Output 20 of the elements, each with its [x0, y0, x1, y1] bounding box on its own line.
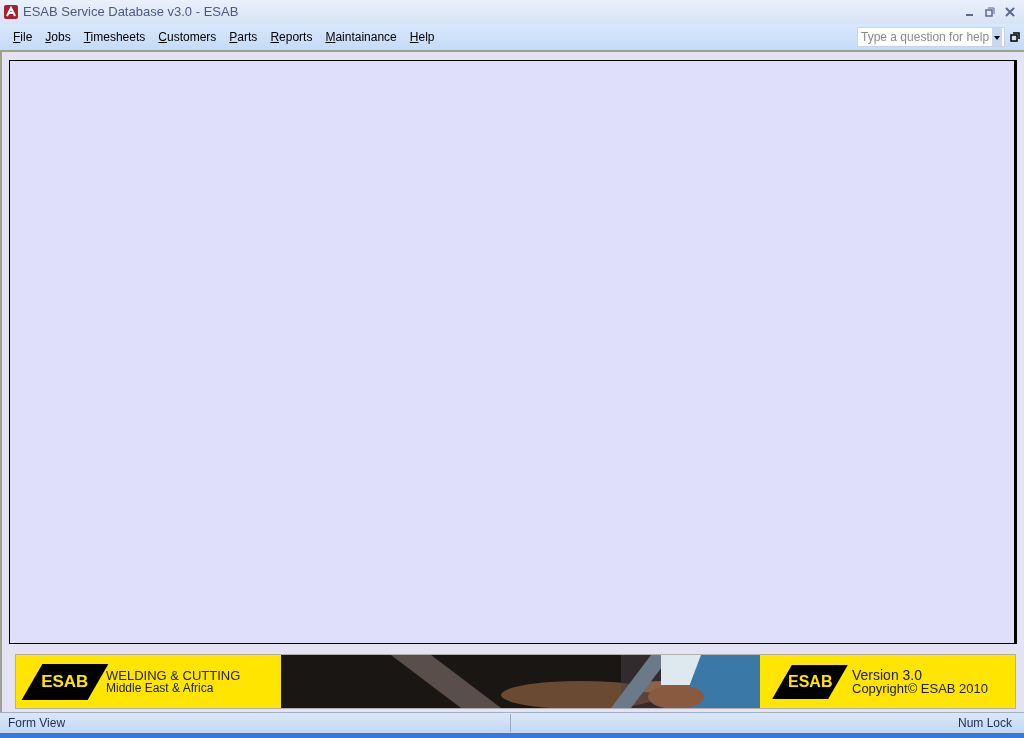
- app-icon: [3, 4, 19, 20]
- restore-icon[interactable]: [1010, 32, 1020, 42]
- menu-item[interactable]: Help: [409, 28, 435, 46]
- menu-item[interactable]: Customers: [158, 28, 217, 46]
- menu-item[interactable]: Reports: [270, 28, 313, 46]
- close-icon[interactable]: [1005, 7, 1015, 17]
- version-label: Version 3.0: [852, 668, 924, 682]
- status-text: Form View: [0, 714, 511, 732]
- status-indicator: Num Lock: [957, 715, 1013, 732]
- menu-item[interactable]: File: [13, 28, 33, 46]
- menu-item[interactable]: Parts: [229, 28, 258, 46]
- menu-item[interactable]: Timesheets: [83, 28, 146, 46]
- banner-subtitle: Middle East & Africa: [106, 681, 215, 694]
- dropdown-icon[interactable]: [992, 28, 1002, 46]
- menu-item[interactable]: Maintainance: [325, 28, 397, 46]
- help-search-field[interactable]: Type a question for help: [857, 27, 1005, 47]
- menu-item[interactable]: Jobs: [45, 28, 71, 46]
- window-title: ESAB Service Database v3.0 - ESAB: [23, 3, 239, 22]
- esab-logo: ESAB: [772, 664, 848, 699]
- copyright-label: Copyright© ESAB 2010: [852, 681, 989, 695]
